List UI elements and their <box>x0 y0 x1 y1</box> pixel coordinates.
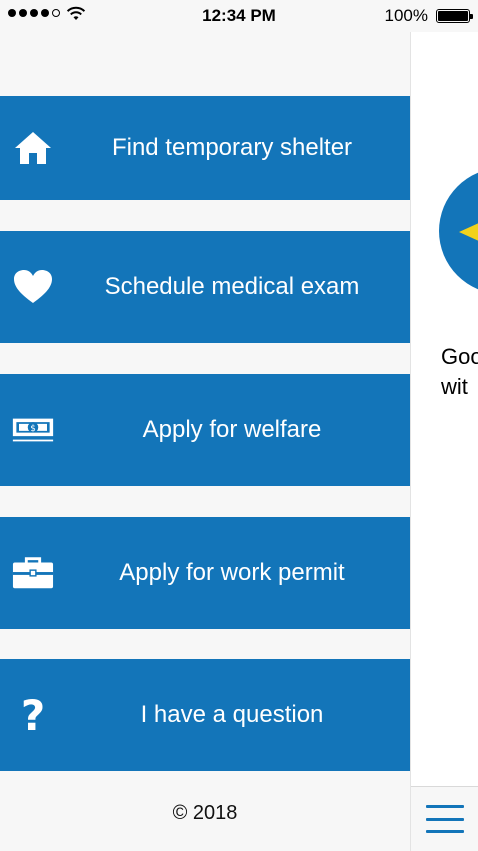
welcome-text-line-2: wit <box>441 374 468 399</box>
home-icon <box>12 127 54 169</box>
logo-accent <box>459 222 478 242</box>
menu-item-label: Apply for welfare <box>142 416 322 443</box>
battery-percentage: 100% <box>384 6 428 25</box>
menu-item-label: Schedule medical exam <box>104 273 360 300</box>
menu-item-label: Find temporary shelter <box>111 134 353 161</box>
menu-item-work-permit[interactable]: Apply for work permit <box>0 517 410 629</box>
status-bar: 12:34 PM 100% <box>0 0 478 32</box>
svg-text:?: ? <box>21 694 45 736</box>
menu-item-medical-exam[interactable]: Schedule medical exam <box>0 231 410 343</box>
welcome-text-line-1: Goo <box>441 344 478 369</box>
welcome-text: Goo wit <box>441 342 478 402</box>
main-content-peek[interactable]: Goo wit <box>410 32 478 851</box>
heart-icon <box>12 266 54 308</box>
bottom-bar <box>411 786 478 851</box>
side-menu: Find temporary shelter Schedule medical … <box>0 32 410 851</box>
menu-item-welfare[interactable]: $ Apply for welfare <box>0 374 410 486</box>
briefcase-icon <box>12 552 54 594</box>
svg-text:$: $ <box>30 424 36 434</box>
money-icon: $ <box>12 409 54 451</box>
hamburger-menu-icon[interactable] <box>426 805 464 833</box>
menu-item-question[interactable]: ? I have a question <box>0 659 410 771</box>
question-icon: ? <box>12 694 54 736</box>
battery-icon <box>436 9 473 23</box>
copyright-text: © 2018 <box>172 802 238 824</box>
menu-item-label: Apply for work permit <box>119 559 345 586</box>
menu-item-label: I have a question <box>140 701 324 728</box>
menu-item-find-shelter[interactable]: Find temporary shelter <box>0 96 410 200</box>
